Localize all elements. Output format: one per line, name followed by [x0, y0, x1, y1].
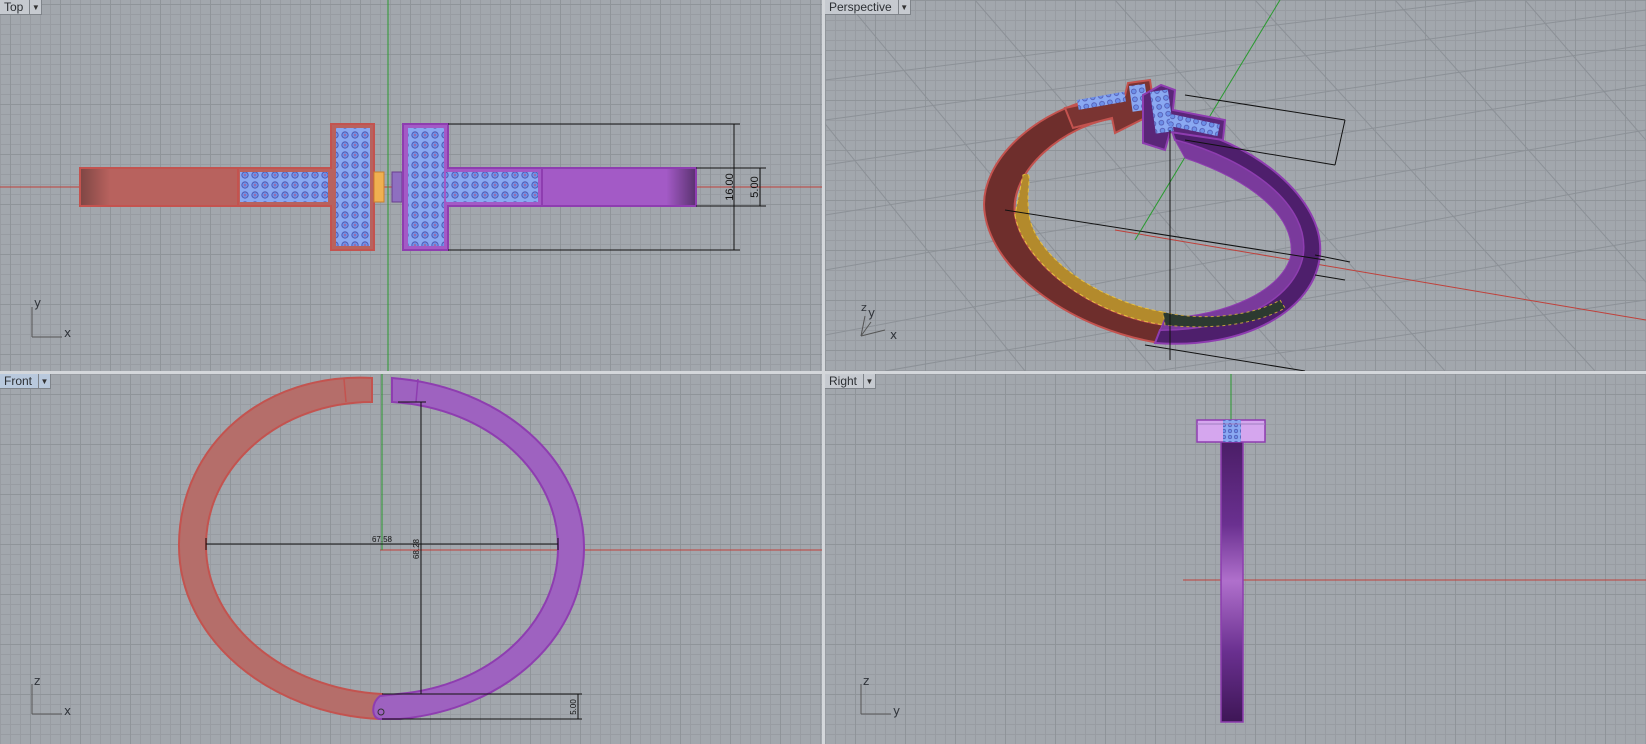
axis-label-y: y [893, 704, 901, 718]
chevron-down-icon[interactable]: ▼ [897, 0, 910, 15]
pave-top-right [1223, 420, 1241, 442]
axis-label-y: y [34, 296, 42, 310]
axis-widget-top [31, 307, 62, 338]
chevron-down-icon[interactable]: ▼ [38, 374, 50, 389]
x-axis-line [1114, 229, 1646, 321]
axis-label-x: x [64, 704, 72, 718]
clasp-purple [391, 171, 403, 203]
viewport-top[interactable]: Top ▼ 16.00 5.00 y x [0, 0, 822, 371]
front-view-canvas[interactable]: 67.58 68.28 5.00 [0, 374, 822, 744]
chevron-down-icon[interactable]: ▼ [29, 0, 41, 15]
dimension-label-68-28: 68.28 [412, 538, 421, 559]
perspective-view-canvas[interactable] [825, 0, 1646, 371]
axis-label-z: z [34, 674, 41, 688]
red-pave-h [240, 172, 328, 202]
dimension-label-16: 16.00 [724, 173, 736, 201]
viewport-tab-right[interactable]: Right ▼ [825, 374, 877, 389]
dimension-label-5: 5.00 [569, 699, 578, 715]
viewport-tab-perspective[interactable]: Perspective ▼ [825, 0, 911, 15]
axis-label-x: x [890, 328, 898, 342]
viewport-tab-front[interactable]: Front ▼ [0, 374, 52, 389]
viewport-front[interactable]: Front ▼ 67.58 68.28 5.00 z x [0, 374, 822, 744]
axis-label-z: z [863, 674, 870, 688]
clasp-yellow [373, 171, 385, 203]
red-pave-v [336, 128, 370, 246]
axis-label-x: x [64, 326, 72, 340]
axis-label-y: y [868, 306, 876, 320]
red-shank-perspective [983, 93, 1167, 345]
dimension-label-5: 5.00 [749, 176, 761, 197]
viewport-title-front[interactable]: Front [4, 374, 38, 388]
viewport-perspective[interactable]: Perspective ▼ z y x [825, 0, 1646, 371]
purple-stem-right [1220, 439, 1244, 723]
viewport-title-right[interactable]: Right [829, 374, 863, 388]
top-view-canvas[interactable]: 16.00 5.00 [0, 0, 822, 371]
chevron-down-icon[interactable]: ▼ [863, 374, 875, 389]
purple-pave-h [446, 172, 538, 202]
axis-widget-right [860, 684, 891, 715]
axis-label-z: z [861, 301, 867, 314]
viewport-right[interactable]: Right ▼ z y [825, 374, 1646, 744]
right-view-canvas[interactable] [825, 374, 1646, 744]
viewport-title-top[interactable]: Top [4, 0, 29, 14]
viewport-splitter-horizontal[interactable] [0, 371, 1646, 374]
purple-ring-front [372, 376, 586, 720]
dimension-label-67-58: 67.58 [372, 535, 393, 544]
axis-widget-front [31, 684, 62, 715]
red-ring-front [177, 376, 384, 721]
purple-pave-v [408, 128, 444, 246]
viewport-title-perspective[interactable]: Perspective [829, 0, 898, 14]
viewport-tab-top[interactable]: Top ▼ [0, 0, 43, 15]
